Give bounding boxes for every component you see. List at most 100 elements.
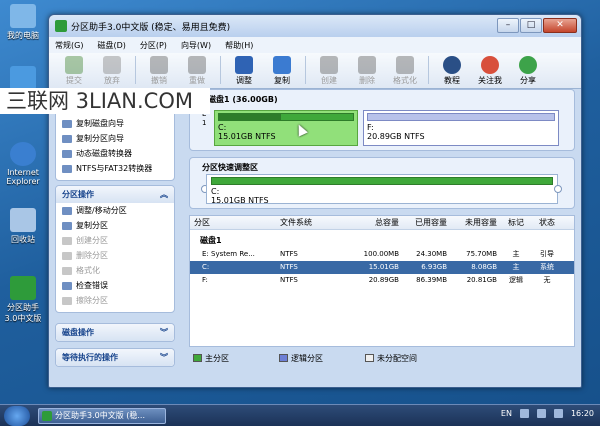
column-header[interactable]: 未用容量 [450,216,500,229]
menu-disk[interactable]: 磁盘(D) [97,40,125,51]
desktop-icon-label: 分区助手3.0中文版 [4,303,42,323]
table-header: 分区 文件系统 总容量 已用容量 未用容量 标记 状态 [190,216,574,230]
column-header[interactable]: 已用容量 [402,216,450,229]
tray-icon[interactable] [519,409,529,418]
title-bar[interactable]: 分区助手3.0中文版 (稳定、易用且免费) – □ ✕ [49,15,581,37]
column-header[interactable]: 状态 [532,216,562,229]
legend-primary: 主分区 [193,353,273,364]
menu-help[interactable]: 帮助(H) [225,40,253,51]
taskbar: 分区助手3.0中文版 (稳... EN 16:20 [0,404,600,426]
toolbar-follow-button[interactable]: 关注我 [471,56,509,86]
toolbar-label: 分享 [520,76,536,85]
minimize-button[interactable]: – [497,18,519,33]
toolbar-undo-button[interactable]: 撤销 [140,56,178,86]
legend-label: 主分区 [205,353,229,363]
menu-general[interactable]: 常规(G) [55,40,83,51]
partition-block-f[interactable]: F: 20.89GB NTFS [363,110,559,146]
menu-wizard[interactable]: 向导(W) [181,40,211,51]
internet-explorer-icon [10,142,36,166]
resize-handle-right[interactable] [554,185,562,193]
legend-label: 逻辑分区 [291,353,323,363]
chevron-down-icon[interactable]: ︾ [160,324,168,341]
desktop-icon-partition-assistant[interactable]: 分区助手3.0中文版 [2,276,44,324]
taskbar-app-label: 分区助手3.0中文版 (稳... [55,410,146,420]
desktop-icon-label: Internet Explorer [6,168,40,186]
desktop-icon-ie[interactable]: Internet Explorer [2,142,44,186]
clock[interactable]: 16:20 [571,409,594,418]
close-button[interactable]: ✕ [543,18,577,33]
table-row-selected[interactable]: C: NTFS 15.01GB 6.93GB 8.08GB 主 系统 [190,261,574,274]
create-icon [62,236,72,245]
sidebar-item-wipe-partition[interactable]: 擦除分区 [56,293,174,308]
copy-icon [62,221,72,230]
disk-map: 磁盘1 (36.00GB) E1 C: 15.01GB NTFS F: 20.8… [189,89,575,151]
table-row[interactable]: F: NTFS 20.89GB 86.39MB 20.81GB 逻辑 无 [190,274,574,287]
toolbar-label: 撤销 [151,76,167,85]
language-indicator[interactable]: EN [501,409,512,418]
desktop-icon-recycle[interactable]: 回收站 [2,208,44,245]
toolbar-tutorial-button[interactable]: 教程 [433,56,471,86]
undo-icon [150,56,168,74]
usage-bar [211,177,553,185]
toolbar-format-button[interactable]: 格式化 [386,56,424,86]
column-header[interactable]: 标记 [500,216,532,229]
watermark: 三联网 3LIAN.COM [0,88,210,114]
cell-used: 86.39MB [416,276,447,284]
partition-block-c[interactable]: C: 15.01GB NTFS [214,110,358,146]
table-row[interactable]: E: System Re... NTFS 100.00MB 24.30MB 75… [190,248,574,261]
partition-ops-panel: 分区操作 ︽ 调整/移动分区 复制分区 创建分区 删除分区 格式化 检查错误 擦除… [55,185,175,313]
toolbar-copy-button[interactable]: 复制 [263,56,301,86]
cell-free: 75.70MB [466,250,497,258]
toolbar-share-button[interactable]: 分享 [509,56,547,86]
sidebar-item-create-partition[interactable]: 创建分区 [56,233,174,248]
toolbar-discard-button[interactable]: 放弃 [93,56,131,86]
partition-assistant-icon [42,410,52,421]
chevron-down-icon[interactable]: ︾ [160,349,168,366]
sidebar-item-copy-partition[interactable]: 复制分区 [56,218,174,233]
desktop-icon-computer[interactable]: 我的电脑 [2,4,44,41]
legend: 主分区 逻辑分区 未分配空间 [189,351,575,365]
sidebar-item-dynamic-disk[interactable]: 动态磁盘转换器 [56,146,174,161]
partition-ops-header[interactable]: 分区操作 ︽ [56,186,174,203]
cell-total: 20.89GB [368,276,399,284]
panel-title: 分区操作 [62,190,94,199]
legend-swatch [279,354,288,362]
resize-partition-box: C: 15.01GB NTFS [206,174,558,205]
convert-icon [62,164,72,173]
disk-icon [62,119,72,128]
start-button[interactable] [4,405,30,426]
partition-block-e[interactable]: E1 [202,110,212,146]
maximize-button[interactable]: □ [520,18,542,33]
sidebar-item-format[interactable]: 格式化 [56,263,174,278]
toolbar-create-button[interactable]: 创建 [310,56,348,86]
legend-logical: 逻辑分区 [279,353,359,364]
toolbar-redo-button[interactable]: 重做 [178,56,216,86]
taskbar-app-button[interactable]: 分区助手3.0中文版 (稳... [38,407,166,424]
toolbar-resize-button[interactable]: 调整 [225,56,263,86]
sidebar-item-delete-partition[interactable]: 删除分区 [56,248,174,263]
column-header[interactable]: 分区 [190,216,276,229]
chevron-up-icon[interactable]: ︽ [160,186,168,203]
disk-ops-header[interactable]: 磁盘操作 ︾ [56,324,174,341]
network-icon[interactable] [553,409,563,418]
sidebar-item-check-errors[interactable]: 检查错误 [56,278,174,293]
menu-partition[interactable]: 分区(P) [140,40,167,51]
dynamic-disk-icon [62,149,72,158]
volume-icon[interactable] [536,409,546,418]
sidebar-item-copy-partition-wizard[interactable]: 复制分区向导 [56,131,174,146]
cell-total: 15.01GB [368,263,399,271]
sidebar-item-label: 格式化 [76,266,100,275]
toolbar-commit-button[interactable]: 提交 [55,56,93,86]
column-header[interactable]: 文件系统 [276,216,354,229]
sidebar-item-label: 复制分区 [76,221,108,230]
sidebar-item-copy-disk-wizard[interactable]: 复制磁盘向导 [56,116,174,131]
column-header[interactable]: 总容量 [354,216,402,229]
pending-ops-header[interactable]: 等待执行的操作 ︾ [56,349,174,366]
usage-fill [219,114,281,120]
cell-flag: 主 [512,263,520,271]
toolbar-delete-button[interactable]: 删除 [348,56,386,86]
sidebar-item-resize-move[interactable]: 调整/移动分区 [56,203,174,218]
toolbar-label: 放弃 [104,76,120,85]
disk-ops-panel: 磁盘操作 ︾ [55,323,175,342]
sidebar-item-ntfs-fat32[interactable]: NTFS与FAT32转换器 [56,161,174,176]
